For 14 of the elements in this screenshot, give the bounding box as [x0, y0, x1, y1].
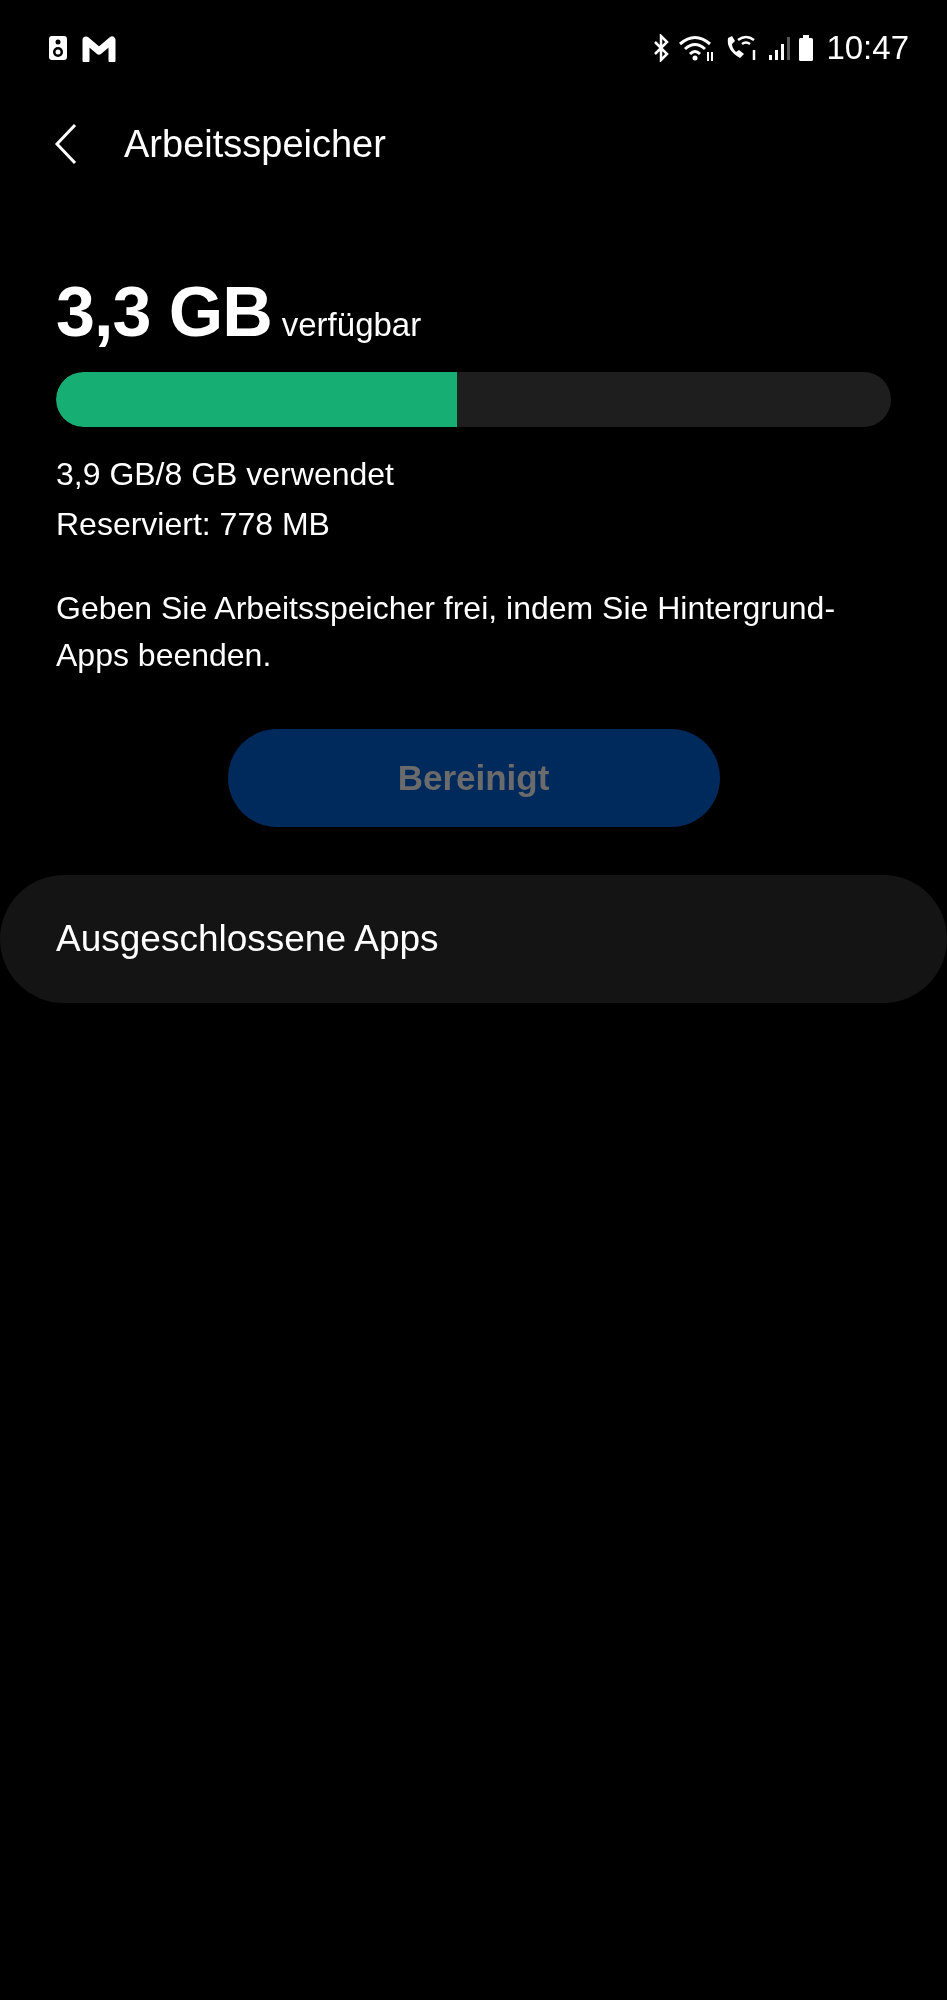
clock: 10:47 — [826, 29, 909, 67]
description: Geben Sie Arbeitsspeicher frei, indem Sie Hintergrund-Apps beenden. — [56, 589, 837, 675]
available-amount: 3,3 GB — [56, 272, 272, 352]
battery-icon — [798, 34, 815, 62]
speaker-icon — [48, 35, 68, 61]
used-text: 3,9 GB/8 GB verwendet — [56, 455, 395, 494]
available-label: verfügbar — [281, 306, 422, 344]
reserved-text: Reserviert: 778 MB — [56, 505, 331, 544]
list-item[interactable]: Ausgeschlossene Apps — [0, 875, 947, 1003]
page-title: Arbeitsspeicher — [124, 122, 386, 166]
back-icon — [54, 123, 78, 165]
mail-icon — [82, 34, 116, 62]
bluetooth-icon — [652, 34, 671, 62]
signal-icon — [768, 34, 791, 62]
